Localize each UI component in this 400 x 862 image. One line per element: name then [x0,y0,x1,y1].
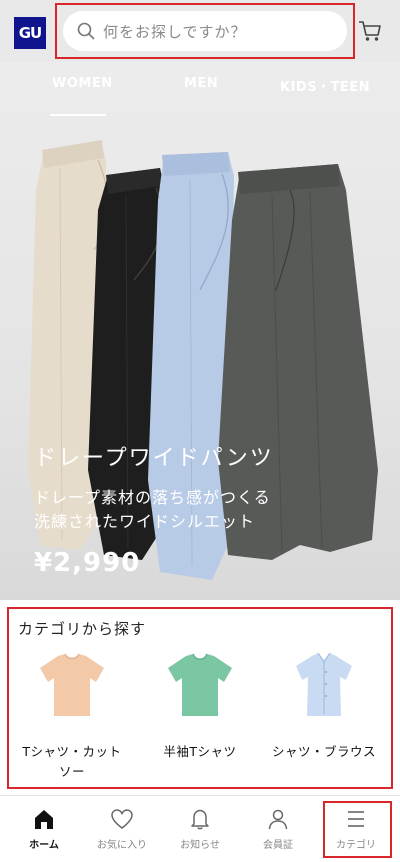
nav-home[interactable]: ホーム [4,796,84,862]
tab-men[interactable]: MEN [184,76,218,91]
user-icon [268,809,288,830]
hero-price: ¥2,990 [34,548,141,578]
nav-membership-label: 会員証 [263,840,293,851]
nav-membership[interactable]: 会員証 [238,796,318,862]
heart-icon [111,809,133,829]
category-section-highlight-box [7,607,393,789]
gender-tabs: WOMEN MEN KIDS・TEEN [0,76,400,180]
active-tab-indicator [50,114,106,116]
nav-home-label: ホーム [29,840,59,851]
hero-title: ドレープワイドパンツ [34,446,274,471]
tab-kids-teen[interactable]: KIDS・TEEN [280,76,370,95]
category-nav-highlight-box [323,801,392,858]
search-highlight-box [55,3,355,59]
header: GU 何をお探しですか？ [0,0,400,62]
gu-logo[interactable]: GU [14,17,46,49]
bell-icon [191,809,209,830]
home-icon [35,810,53,829]
hero-subtitle-line2: 洗練されたワイドシルエット [34,512,256,531]
nav-favorites-label: お気に入り [97,840,147,851]
cart-icon[interactable] [357,18,383,44]
tab-women[interactable]: WOMEN [52,76,113,91]
hero-subtitle-line1: ドレープ素材の落ち感がつくる [34,488,271,507]
nav-notifications[interactable]: お知らせ [160,796,240,862]
nav-favorites[interactable]: お気に入り [82,796,162,862]
nav-notifications-label: お知らせ [180,840,220,851]
